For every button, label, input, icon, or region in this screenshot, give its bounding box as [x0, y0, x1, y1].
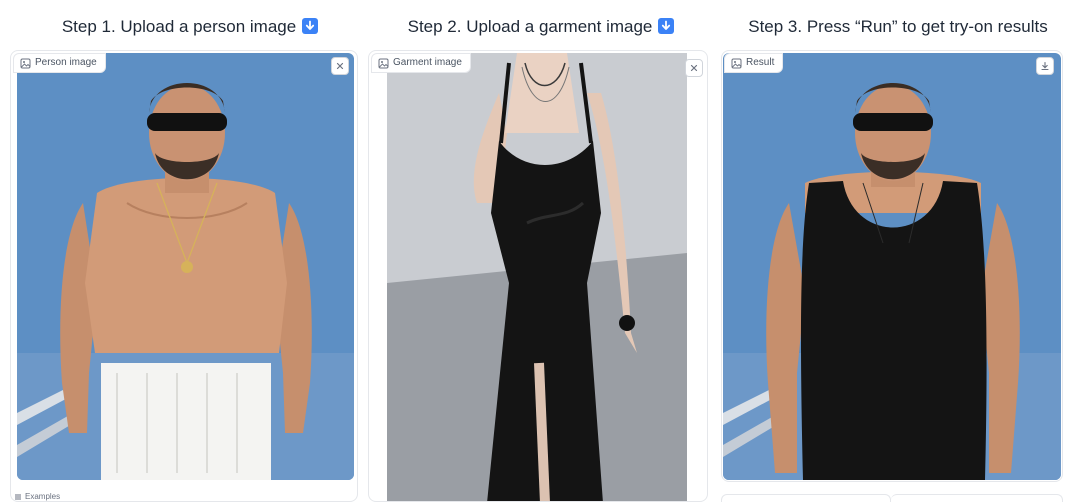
step-1-title-text: Step 1. Upload a person image — [61, 17, 297, 36]
step-1-title: Step 1. Upload a person image — [40, 14, 340, 40]
step-2-title-text: Step 2. Upload a garment image — [407, 17, 653, 36]
down-arrow-emoji-icon — [302, 18, 319, 34]
tryon-app: Step 1. Upload a person image Step 2. Up… — [0, 0, 1080, 502]
garment-image-label-text: Garment image — [393, 57, 462, 68]
person-image-panel[interactable]: Person image — [10, 50, 358, 502]
step-3-title-text: Step 3. Press “Run” to get try-on result… — [748, 17, 1048, 36]
down-arrow-emoji-icon — [658, 18, 675, 34]
image-icon — [378, 58, 389, 69]
download-icon — [1041, 61, 1049, 71]
result-bottom-field-left — [721, 494, 891, 502]
result-bottom-field-right — [891, 494, 1063, 502]
list-icon — [15, 494, 21, 500]
result-label-text: Result — [746, 57, 775, 68]
close-icon — [336, 62, 344, 70]
clear-garment-button[interactable] — [685, 59, 703, 77]
person-image-label: Person image — [13, 53, 106, 73]
person-photo[interactable] — [17, 53, 354, 480]
result-photo — [723, 53, 1061, 480]
garment-photo[interactable] — [387, 53, 687, 501]
result-label: Result — [724, 53, 784, 73]
step-3-title: Step 3. Press “Run” to get try-on result… — [733, 14, 1063, 40]
person-image-label-text: Person image — [35, 57, 97, 68]
garment-image-label: Garment image — [371, 53, 471, 73]
examples-header[interactable]: Examples — [14, 492, 60, 502]
result-panel: Result — [721, 50, 1063, 482]
image-icon — [731, 58, 742, 69]
step-2-title: Step 2. Upload a garment image — [386, 14, 696, 40]
examples-label: Examples — [25, 492, 61, 501]
image-icon — [20, 58, 31, 69]
clear-person-button[interactable] — [331, 57, 349, 75]
close-icon — [690, 64, 698, 72]
download-result-button[interactable] — [1036, 57, 1054, 75]
garment-image-panel[interactable]: Garment image — [368, 50, 708, 502]
